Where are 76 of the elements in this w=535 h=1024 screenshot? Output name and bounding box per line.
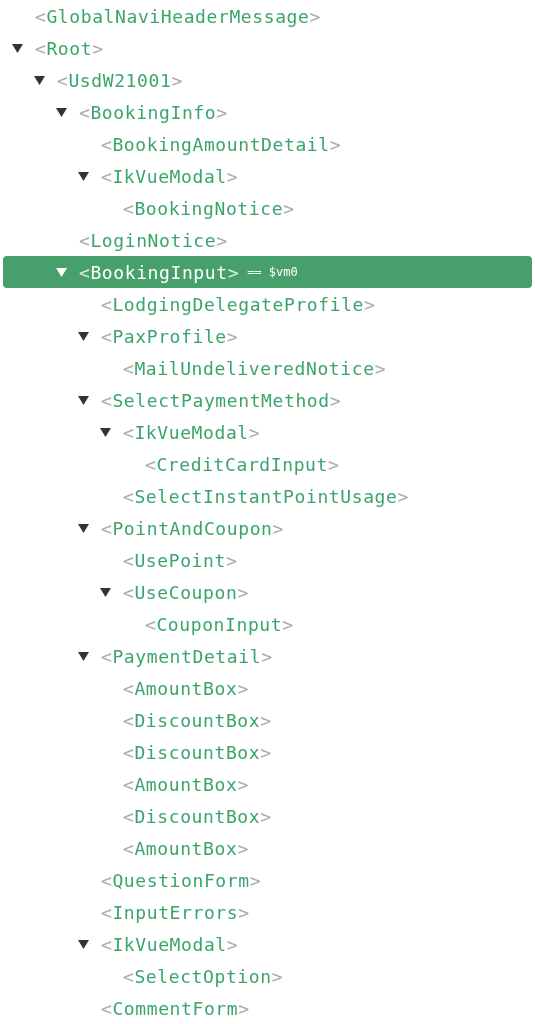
tree-row[interactable]: <MailUndeliveredNotice> bbox=[3, 352, 532, 384]
component-tag: <BookingAmountDetail> bbox=[101, 133, 342, 155]
component-tag: <AmountBox> bbox=[123, 837, 249, 859]
component-tag: <UseCoupon> bbox=[123, 581, 249, 603]
tree-row[interactable]: <AmountBox> bbox=[3, 672, 532, 704]
caret-icon[interactable] bbox=[78, 939, 89, 949]
tree-row[interactable]: <BookingInput> == $vm0 bbox=[3, 256, 532, 288]
component-tag: <DiscountBox> bbox=[123, 741, 272, 763]
tree-row[interactable]: <PaxProfile> bbox=[3, 320, 532, 352]
component-tag: <LoginNotice> bbox=[79, 229, 228, 251]
component-tag: <AmountBox> bbox=[123, 677, 249, 699]
tree-row[interactable]: <InputErrors> bbox=[3, 896, 532, 928]
component-tag: <GlobalNaviHeaderMessage> bbox=[35, 5, 321, 27]
tree-row[interactable]: <AmountBox> bbox=[3, 832, 532, 864]
tree-row[interactable]: <BookingAmountDetail> bbox=[3, 128, 532, 160]
tree-row[interactable]: <QuestionForm> bbox=[3, 864, 532, 896]
component-tag: <SelectPaymentMethod> bbox=[101, 389, 342, 411]
caret-icon[interactable] bbox=[100, 427, 111, 437]
tree-row[interactable]: <UsdW21001> bbox=[3, 64, 532, 96]
tree-row[interactable]: <LoginNotice> bbox=[3, 224, 532, 256]
caret-icon[interactable] bbox=[78, 331, 89, 341]
tree-row[interactable]: <Root> bbox=[3, 32, 532, 64]
component-tag: <BookingNotice> bbox=[123, 197, 295, 219]
tree-row[interactable]: <PaymentDetail> bbox=[3, 640, 532, 672]
component-tag: <PaxProfile> bbox=[101, 325, 239, 347]
component-tag: <BookingInput> bbox=[79, 261, 240, 283]
component-tag: <IkVueModal> bbox=[123, 421, 261, 443]
component-tag: <SelectInstantPointUsage> bbox=[123, 485, 409, 507]
tree-row[interactable]: <CouponInput> bbox=[3, 608, 532, 640]
tree-row[interactable]: <IkVueModal> bbox=[3, 928, 532, 960]
caret-icon[interactable] bbox=[100, 587, 111, 597]
tree-row[interactable]: <DiscountBox> bbox=[3, 736, 532, 768]
component-tag: <DiscountBox> bbox=[123, 805, 272, 827]
component-tag: <SelectOption> bbox=[123, 965, 284, 987]
component-tag: <UsePoint> bbox=[123, 549, 238, 571]
tree-row[interactable]: <LodgingDelegateProfile> bbox=[3, 288, 532, 320]
component-tag: <AmountBox> bbox=[123, 773, 249, 795]
component-tag: <IkVueModal> bbox=[101, 933, 239, 955]
component-tag: <BookingInfo> bbox=[79, 101, 228, 123]
caret-icon[interactable] bbox=[78, 523, 89, 533]
caret-icon[interactable] bbox=[12, 43, 23, 53]
tree-row[interactable]: <IkVueModal> bbox=[3, 160, 532, 192]
component-tag: <InputErrors> bbox=[101, 901, 250, 923]
component-tag: <CouponInput> bbox=[145, 613, 294, 635]
tree-row[interactable]: <BookingInfo> bbox=[3, 96, 532, 128]
tree-row[interactable]: <AmountBox> bbox=[3, 768, 532, 800]
tree-row[interactable]: <CreditCardInput> bbox=[3, 448, 532, 480]
tree-row[interactable]: <UseCoupon> bbox=[3, 576, 532, 608]
component-tag: <Root> bbox=[35, 37, 104, 59]
caret-icon[interactable] bbox=[56, 107, 67, 117]
component-tag: <PaymentDetail> bbox=[101, 645, 273, 667]
caret-icon[interactable] bbox=[78, 171, 89, 181]
tree-row[interactable]: <CommentForm> bbox=[3, 992, 532, 1024]
instance-note: == $vm0 bbox=[247, 265, 298, 279]
tree-row[interactable]: <IkVueModal> bbox=[3, 416, 532, 448]
component-tag: <DiscountBox> bbox=[123, 709, 272, 731]
tree-row[interactable]: <UsePoint> bbox=[3, 544, 532, 576]
caret-icon[interactable] bbox=[78, 651, 89, 661]
component-tag: <PointAndCoupon> bbox=[101, 517, 284, 539]
component-tag: <QuestionForm> bbox=[101, 869, 262, 891]
tree-row[interactable]: <GlobalNaviHeaderMessage> bbox=[3, 0, 532, 32]
tree-row[interactable]: <SelectOption> bbox=[3, 960, 532, 992]
component-tag: <CreditCardInput> bbox=[145, 453, 340, 475]
component-tag: <IkVueModal> bbox=[101, 165, 239, 187]
component-tag: <LodgingDelegateProfile> bbox=[101, 293, 376, 315]
tree-row[interactable]: <PointAndCoupon> bbox=[3, 512, 532, 544]
caret-icon[interactable] bbox=[34, 75, 45, 85]
tree-row[interactable]: <BookingNotice> bbox=[3, 192, 532, 224]
tree-row[interactable]: <SelectPaymentMethod> bbox=[3, 384, 532, 416]
component-tag: <MailUndeliveredNotice> bbox=[123, 357, 387, 379]
tree-row[interactable]: <SelectInstantPointUsage> bbox=[3, 480, 532, 512]
component-tag: <CommentForm> bbox=[101, 997, 250, 1019]
component-tag: <UsdW21001> bbox=[57, 69, 183, 91]
caret-icon[interactable] bbox=[78, 395, 89, 405]
tree-row[interactable]: <DiscountBox> bbox=[3, 800, 532, 832]
tree-row[interactable]: <DiscountBox> bbox=[3, 704, 532, 736]
